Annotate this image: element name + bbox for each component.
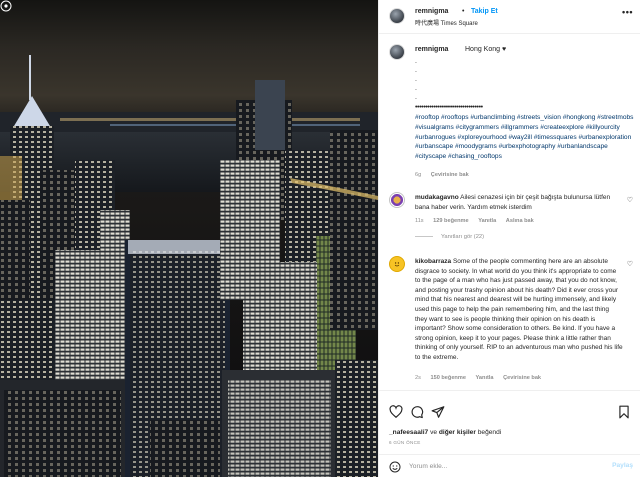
comment-username[interactable]: mudakagavno	[415, 194, 459, 201]
bookmark-icon[interactable]	[617, 405, 631, 419]
more-horizontal-icon[interactable]: •••	[622, 7, 633, 17]
caption-dot: .	[415, 58, 417, 65]
comment-translate-link[interactable]: Aslına bak	[506, 218, 534, 224]
post-comment-button[interactable]: Paylaş	[612, 462, 633, 469]
post-panel: remnigma • Takip Et 時代廣場 Times Square ••…	[378, 0, 640, 477]
liked-by-suffix: beğendi	[475, 429, 502, 436]
carousel-indicator-icon	[0, 0, 12, 12]
commenter-avatar[interactable]	[389, 192, 405, 208]
post-actions: _nafeesaali7 ve diğer kişiler beğendi 6 …	[379, 391, 640, 461]
comment-meta: 11s 129 beğenme Yanıtla Aslına bak	[415, 218, 542, 224]
comment-body: kikobarraza Some of the people commentin…	[415, 257, 623, 363]
location-link[interactable]: 時代廣場 Times Square	[415, 18, 478, 27]
caption-hashtags[interactable]: #rooftop #rooftops #urbanclimbing #stree…	[415, 113, 635, 162]
comment-likes[interactable]: 129 beğenme	[433, 218, 468, 224]
caption-username[interactable]: remnigma	[415, 46, 448, 53]
author-avatar[interactable]	[389, 8, 405, 24]
comment-body: mudakagavno Ailesi cenazesi için bir çeş…	[415, 193, 623, 212]
caption-time[interactable]: 6g	[415, 172, 421, 178]
comment-reply-button[interactable]: Yanıtla	[476, 375, 494, 381]
share-icon[interactable]	[431, 405, 445, 419]
comment-time[interactable]: 2s	[415, 375, 421, 381]
comment-text: Some of the people commenting here are a…	[415, 258, 623, 361]
separator-dot: •	[462, 8, 465, 15]
comment-like-icon[interactable]: ♡	[627, 196, 633, 204]
comment-username[interactable]: kikobarraza	[415, 258, 451, 265]
post-date[interactable]: 6 GÜN ÖNCE	[389, 440, 421, 445]
caption-text: Hong Kong ♥	[465, 46, 507, 53]
comment-meta: 2s 150 beğenme Yanıtla Çevirisine bak	[415, 375, 549, 381]
caption-avatar[interactable]	[389, 44, 405, 60]
emoji-icon[interactable]	[389, 461, 401, 473]
caption-dot: .	[415, 85, 417, 92]
author-username[interactable]: remnigma	[415, 8, 448, 15]
comment-reply-button[interactable]: Yanıtla	[478, 218, 496, 224]
post-photo[interactable]	[0, 0, 378, 477]
caption-dot: .	[415, 76, 417, 83]
caption-dot: .	[415, 94, 417, 101]
follow-button[interactable]: Takip Et	[471, 8, 498, 15]
comment-icon[interactable]	[410, 405, 424, 419]
comment-translate-link[interactable]: Çevirisine bak	[503, 375, 541, 381]
comments-list[interactable]: remnigma Hong Kong ♥ . . . . . •••••••••…	[379, 34, 640, 390]
post-header: remnigma • Takip Et 時代廣場 Times Square ••…	[379, 0, 640, 34]
comment-like-icon[interactable]: ♡	[627, 260, 633, 268]
liked-by: _nafeesaali7 ve diğer kişiler beğendi	[389, 429, 501, 436]
smiley-icon	[394, 262, 400, 267]
caption-separator: •••••••••••••••••••••••••••••••••	[415, 104, 483, 111]
caption-translate-link[interactable]: Çevirisine bak	[431, 172, 469, 178]
liked-by-user[interactable]: _nafeesaali7	[389, 429, 428, 436]
liked-by-connector: ve	[428, 429, 439, 436]
comment-likes[interactable]: 150 beğenme	[430, 375, 465, 381]
view-replies-button[interactable]: Yanıtları gör (22)	[415, 234, 484, 240]
heart-icon[interactable]	[389, 405, 403, 419]
add-comment-bar: Paylaş	[379, 454, 640, 477]
caption-meta: 6g Çevirisine bak	[415, 172, 477, 178]
city-night-photo	[0, 0, 378, 477]
comment-input[interactable]	[409, 459, 599, 474]
comment-time[interactable]: 11s	[415, 218, 424, 224]
liked-by-others[interactable]: diğer kişiler	[439, 429, 476, 436]
commenter-avatar[interactable]	[389, 256, 405, 272]
caption-dot: .	[415, 67, 417, 74]
